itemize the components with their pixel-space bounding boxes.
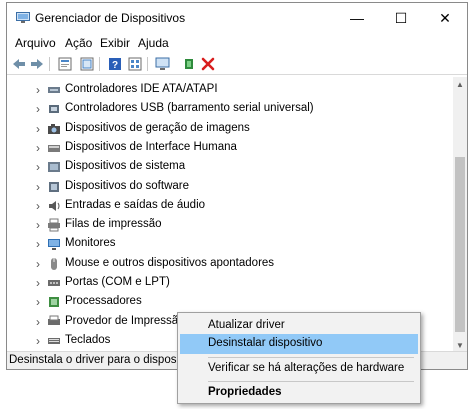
keyboard-icon (47, 334, 61, 348)
context-menu: Atualizar driver Desinstalar dispositivo… (177, 312, 421, 404)
scroll-up-arrow-icon[interactable]: ▲ (453, 77, 467, 91)
hid-icon (47, 141, 61, 155)
tree-row-label: Monitores (65, 237, 116, 250)
scroll-down-arrow-icon[interactable]: ▼ (453, 338, 467, 352)
context-menu-item-label: Propriedades (208, 386, 282, 398)
title-bar[interactable]: Gerenciador de Dispositivos — ☐ ✕ (7, 3, 467, 33)
menu-arquivo[interactable]: Arquivo (15, 36, 56, 50)
collapsed-chevron-icon[interactable]: › (33, 122, 43, 136)
collapsed-chevron-icon[interactable]: › (33, 102, 43, 116)
help-icon[interactable]: ? (107, 56, 123, 72)
usb-controller-icon (47, 102, 61, 116)
tree-row-label: Teclados (65, 333, 111, 346)
context-menu-separator (208, 381, 414, 382)
tree-row-label: Dispositivos de geração de imagens (65, 121, 250, 134)
resources-icon[interactable] (127, 56, 143, 72)
svg-text:?: ? (112, 60, 118, 71)
context-menu-item-label: Verificar se há alterações de hardware (208, 362, 405, 374)
collapsed-chevron-icon[interactable]: › (33, 315, 43, 329)
vertical-scrollbar[interactable]: ▲ ▼ (453, 77, 467, 352)
tree-row[interactable]: › Controladores USB (barramento serial un… (7, 100, 455, 119)
imaging-device-icon (47, 122, 61, 136)
collapsed-chevron-icon[interactable]: › (33, 83, 43, 97)
mouse-icon (47, 257, 61, 271)
device-tree[interactable]: › Controladores IDE ATA/ATAPI › Controlador… (7, 77, 455, 352)
device-manager-app-icon (16, 12, 30, 23)
context-menu-update-driver[interactable]: Atualizar driver (180, 316, 418, 336)
tree-row-label: Portas (COM e LPT) (65, 276, 170, 288)
toolbar: ? (7, 53, 467, 75)
context-menu-separator (208, 357, 414, 358)
context-menu-item-label: Atualizar driver (208, 319, 285, 331)
tree-row-label: Controladores USB (barramento serial uni… (65, 102, 314, 115)
toolbar-separator (147, 57, 148, 71)
toolbar-separator (99, 57, 100, 71)
minimize-button[interactable]: — (335, 3, 379, 33)
collapsed-chevron-icon[interactable]: › (33, 141, 43, 155)
processor-icon (47, 295, 61, 309)
tree-row[interactable]: › Dispositivos do software (7, 178, 455, 197)
tree-row[interactable]: › Dispositivos de Interface Humana (7, 139, 455, 158)
tree-row-label: Mouse e outros dispositivos apontadores (65, 256, 275, 269)
software-device-icon (47, 180, 61, 194)
collapsed-chevron-icon[interactable]: › (33, 237, 43, 251)
tree-row[interactable]: › Controladores IDE ATA/ATAPI (7, 81, 455, 100)
back-icon[interactable] (11, 56, 27, 72)
audio-icon (47, 199, 61, 213)
tree-row[interactable]: › Entradas e saídas de áudio (7, 197, 455, 216)
tree-row-label: Processadores (65, 295, 142, 308)
tree-row[interactable]: › Processadores (7, 293, 455, 312)
update-driver-icon[interactable] (79, 56, 95, 72)
context-menu-uninstall-device[interactable]: Desinstalar dispositivo (180, 334, 418, 354)
collapsed-chevron-icon[interactable]: › (33, 218, 43, 232)
scroll-thumb[interactable] (455, 157, 465, 332)
collapsed-chevron-icon[interactable]: › (33, 334, 43, 348)
wsd-printer-icon (47, 315, 61, 329)
monitor-icon (47, 237, 61, 251)
tree-row-label: Controladores IDE ATA/ATAPI (65, 83, 218, 95)
tree-row-label: Entradas e saídas de áudio (65, 198, 206, 211)
context-menu-scan-hardware[interactable]: Verificar se há alterações de hardware (180, 359, 418, 379)
tree-row[interactable]: › Portas (COM e LPT) (7, 274, 455, 293)
collapsed-chevron-icon[interactable]: › (33, 257, 43, 271)
collapsed-chevron-icon[interactable]: › (33, 180, 43, 194)
tree-row[interactable]: › Dispositivos de geração de imagens (7, 120, 455, 139)
system-device-icon (47, 160, 61, 174)
tree-row[interactable]: › Mouse e outros dispositivos apontadores (7, 255, 455, 274)
uninstall-icon[interactable] (200, 56, 216, 72)
collapsed-chevron-icon[interactable]: › (33, 160, 43, 174)
port-icon (47, 276, 61, 290)
enable-device-icon[interactable] (181, 56, 197, 72)
window-title: Gerenciador de Dispositivos (35, 11, 186, 25)
scan-hardware-icon[interactable] (155, 56, 171, 72)
maximize-button[interactable]: ☐ (379, 3, 423, 33)
collapsed-chevron-icon[interactable]: › (33, 276, 43, 290)
collapsed-chevron-icon[interactable]: › (33, 295, 43, 309)
collapsed-chevron-icon[interactable]: › (33, 199, 43, 213)
properties-icon[interactable] (57, 56, 73, 72)
tree-row-label: Filas de impressão (65, 218, 162, 231)
tree-row-label: Dispositivos de Interface Humana (65, 140, 237, 153)
context-menu-properties[interactable]: Propriedades (180, 383, 418, 403)
tree-row[interactable]: › Monitores (7, 235, 455, 254)
menu-acao[interactable]: Ação (65, 36, 92, 50)
ide-controller-icon (47, 83, 61, 97)
menu-ajuda[interactable]: Ajuda (138, 36, 169, 50)
tree-row[interactable]: › Dispositivos de sistema (7, 158, 455, 177)
context-menu-item-label: Desinstalar dispositivo (208, 337, 323, 349)
tree-row-label: Dispositivos do software (65, 179, 189, 192)
close-button[interactable]: ✕ (423, 3, 467, 33)
tree-row-label: Dispositivos de sistema (65, 160, 186, 173)
forward-icon[interactable] (29, 56, 45, 72)
print-queue-icon (47, 218, 61, 232)
tree-row[interactable]: › Filas de impressão (7, 216, 455, 235)
menu-bar: Arquivo Ação Exibir Ajuda (7, 33, 467, 53)
menu-exibir[interactable]: Exibir (100, 36, 130, 50)
toolbar-separator (49, 57, 50, 71)
